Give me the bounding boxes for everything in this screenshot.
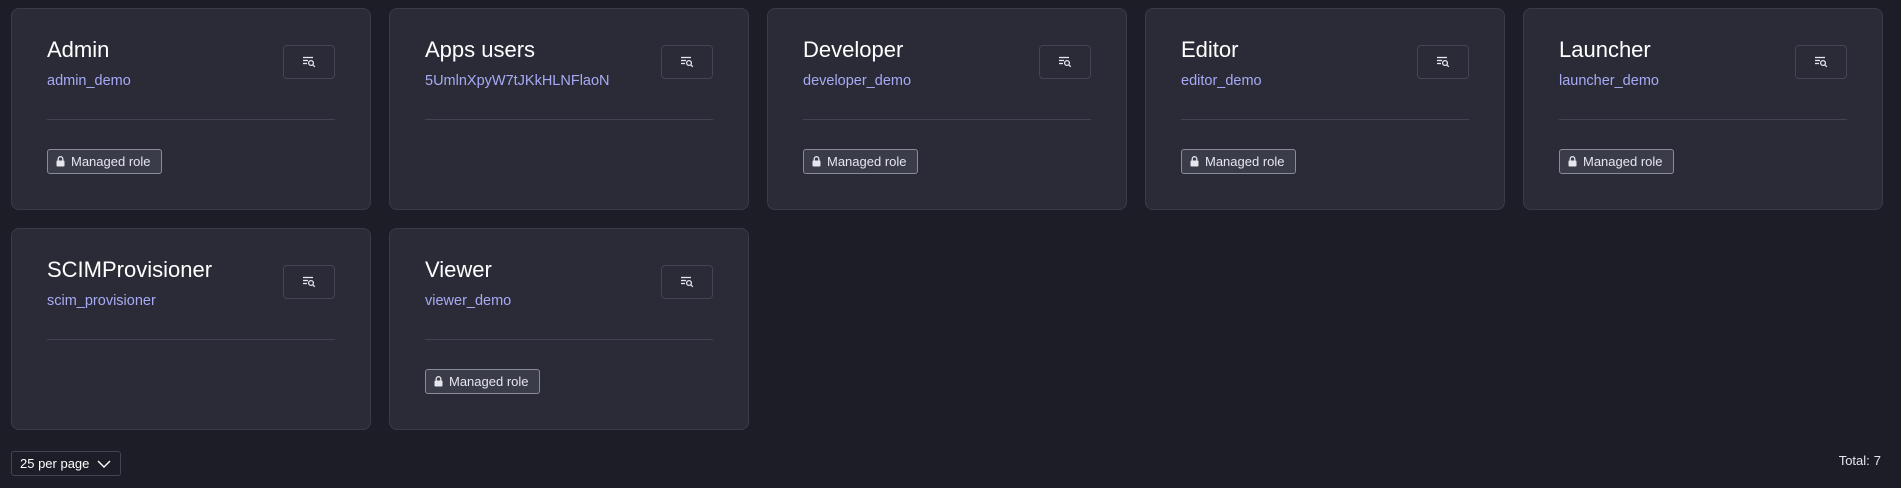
lock-icon (56, 156, 65, 167)
total-count: Total: 7 (1839, 453, 1881, 468)
role-title: Launcher (1559, 37, 1651, 62)
role-title: Admin (47, 37, 110, 62)
lock-icon (812, 156, 821, 167)
filter-search-icon (1815, 56, 1828, 68)
role-id: scim_provisioner (47, 293, 156, 309)
role-id: developer_demo (803, 73, 912, 89)
role-title: SCIMProvisioner (47, 257, 213, 282)
managed-role-badge: Managed role (47, 149, 162, 174)
role-card: Viewer viewer_demo Managed role (389, 228, 749, 430)
role-title: Apps users (425, 37, 536, 62)
card-divider (47, 119, 335, 120)
role-card: Developer developer_demo Managed role (767, 8, 1127, 210)
total-label: Total: (1838, 453, 1870, 468)
role-card: SCIMProvisioner scim_provisioner (11, 228, 371, 430)
role-id: editor_demo (1181, 73, 1262, 89)
filter-search-icon (303, 56, 316, 68)
managed-role-badge: Managed role (803, 149, 918, 174)
badge-label: Managed role (827, 154, 907, 169)
role-title: Editor (1181, 37, 1239, 62)
total-value: 7 (1873, 453, 1881, 468)
per-page-select[interactable]: 25 per page (11, 451, 122, 476)
role-card: Launcher launcher_demo Managed role (1523, 8, 1883, 210)
role-id: 5UmlnXpyW7tJKkHLNFlaoN (425, 73, 610, 89)
badge-label: Managed role (71, 154, 151, 169)
view-details-button[interactable] (283, 45, 335, 79)
view-details-button[interactable] (661, 45, 713, 79)
view-details-button[interactable] (661, 265, 713, 299)
filter-search-icon (303, 276, 316, 288)
view-details-button[interactable] (1417, 45, 1469, 79)
role-card: Apps users 5UmlnXpyW7tJKkHLNFlaoN (389, 8, 749, 210)
role-id: viewer_demo (425, 293, 512, 309)
per-page-label: 25 per page (20, 456, 90, 471)
role-id: launcher_demo (1559, 73, 1659, 89)
badge-label: Managed role (1205, 154, 1285, 169)
role-card: Editor editor_demo Managed role (1145, 8, 1505, 210)
view-details-button[interactable] (1795, 45, 1847, 79)
role-title: Viewer (425, 257, 492, 282)
card-divider (803, 119, 1091, 120)
view-details-button[interactable] (1039, 45, 1091, 79)
lock-icon (1190, 156, 1199, 167)
role-card: Admin admin_demo Managed role (11, 8, 371, 210)
managed-role-badge: Managed role (1559, 149, 1674, 174)
lock-icon (1568, 156, 1577, 167)
role-id: admin_demo (47, 73, 131, 89)
filter-search-icon (1437, 56, 1450, 68)
filter-search-icon (1059, 56, 1072, 68)
card-divider (425, 339, 713, 340)
badge-label: Managed role (449, 374, 529, 389)
roles-grid: Admin admin_demo Managed role Apps users… (11, 8, 1883, 430)
lock-icon (434, 376, 443, 387)
filter-search-icon (681, 56, 694, 68)
card-divider (47, 339, 335, 340)
managed-role-badge: Managed role (425, 369, 540, 394)
card-divider (1181, 119, 1469, 120)
view-details-button[interactable] (283, 265, 335, 299)
badge-label: Managed role (1583, 154, 1663, 169)
filter-search-icon (681, 276, 694, 288)
card-divider (425, 119, 713, 120)
managed-role-badge: Managed role (1181, 149, 1296, 174)
role-title: Developer (803, 37, 904, 62)
chevron-down-icon (97, 460, 111, 468)
card-divider (1559, 119, 1847, 120)
